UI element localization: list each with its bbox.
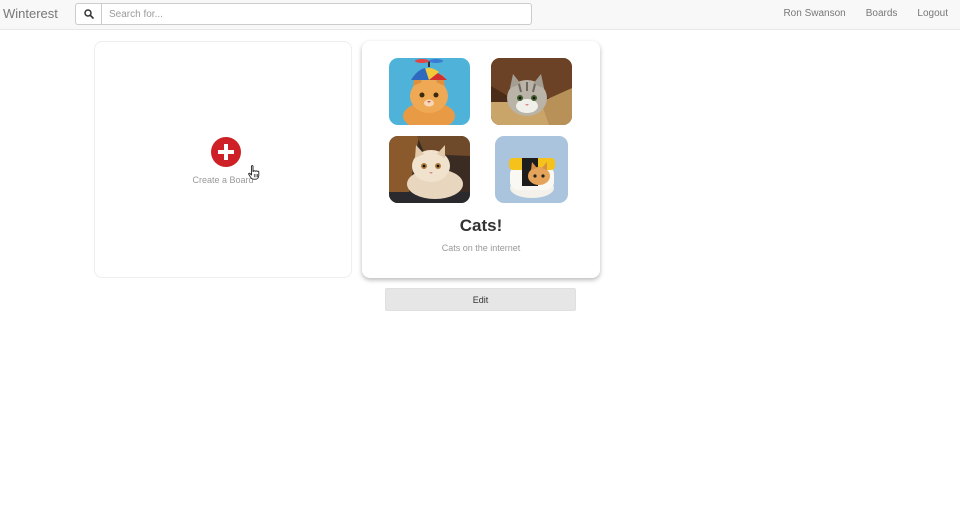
search-icon xyxy=(83,9,94,19)
search-input[interactable] xyxy=(101,3,532,25)
board-title: Cats! xyxy=(459,216,503,235)
edit-board-button[interactable]: Edit xyxy=(385,288,576,311)
board-thumbnail-3 xyxy=(389,136,470,203)
nav-boards-link[interactable]: Boards xyxy=(866,8,898,19)
brand-logo[interactable]: Winterest xyxy=(3,6,58,21)
create-board-label: Create a Board xyxy=(192,175,254,185)
hand-pointer-cursor-icon xyxy=(248,165,260,180)
nav-links: Ron Swanson Boards Logout xyxy=(783,8,948,19)
board-thumbnail-1 xyxy=(389,58,470,125)
nav-user-link[interactable]: Ron Swanson xyxy=(783,8,845,19)
search-bar xyxy=(75,3,532,25)
board-card[interactable]: Cats! Cats on the internet xyxy=(362,41,600,278)
board-description: Cats on the internet xyxy=(441,243,521,253)
search-button[interactable] xyxy=(75,3,101,25)
create-board-card[interactable]: Create a Board xyxy=(94,41,352,278)
board-thumbnail-2 xyxy=(491,58,572,125)
plus-circle-icon[interactable] xyxy=(211,137,241,167)
navbar: Winterest Ron Swanson Boards Logout xyxy=(0,0,960,30)
nav-logout-link[interactable]: Logout xyxy=(917,8,948,19)
board-thumbnail-4 xyxy=(495,136,568,203)
